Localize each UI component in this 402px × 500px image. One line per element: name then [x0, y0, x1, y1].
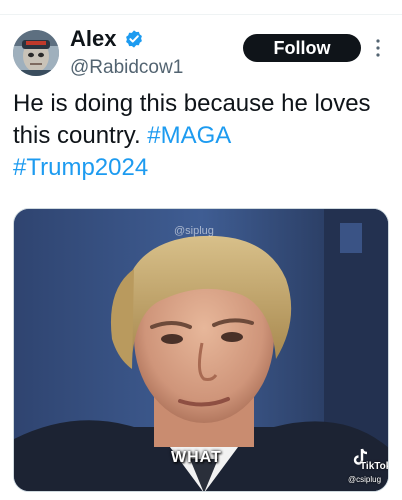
more-vertical-icon[interactable] — [374, 36, 382, 60]
divider — [0, 14, 402, 15]
tweet-text: He is doing this because he loves this c… — [13, 88, 393, 184]
avatar[interactable] — [13, 30, 59, 76]
display-name[interactable]: Alex — [70, 26, 116, 52]
tweet-card: Alex @Rabidcow1 Follow He is doing this … — [0, 0, 402, 500]
hashtag-trump2024[interactable]: #Trump2024 — [13, 154, 148, 181]
tiktok-username: @csiplug — [348, 475, 382, 484]
video-caption: WHAT — [171, 449, 222, 466]
video-watermark: @siplug — [174, 225, 214, 237]
avatar-image — [13, 30, 59, 76]
user-handle[interactable]: @Rabidcow1 — [70, 56, 183, 80]
hashtag-maga[interactable]: #MAGA — [147, 122, 231, 149]
tiktok-label: TikTok — [360, 461, 389, 472]
follow-button[interactable]: Follow — [243, 34, 361, 62]
verified-badge-icon — [126, 30, 142, 48]
video-media[interactable]: @siplug WHAT TikTok @csiplug — [13, 208, 389, 492]
